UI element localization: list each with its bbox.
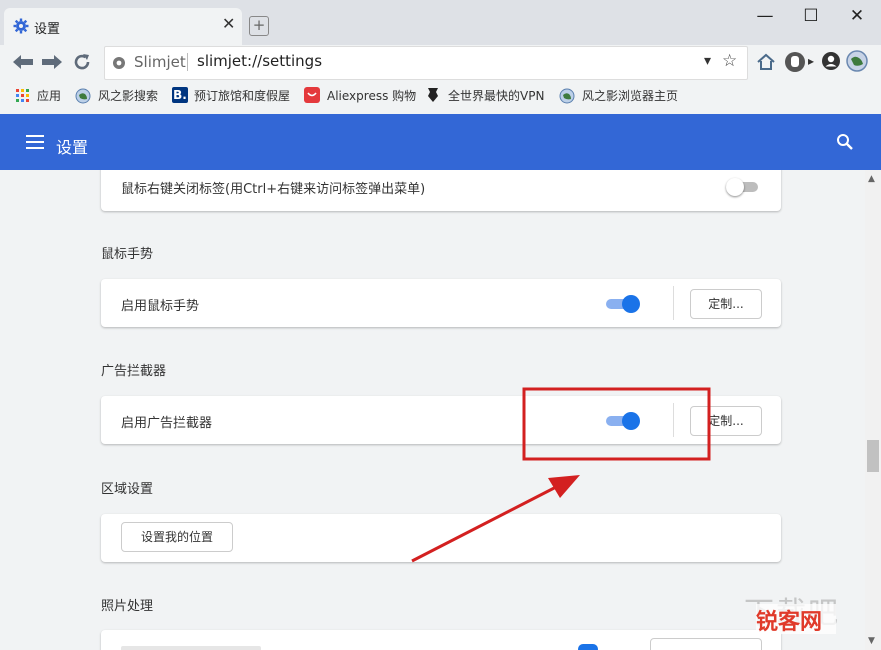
annotation-overlay	[411, 387, 711, 563]
watermark-logo: 锐客网	[756, 604, 836, 635]
